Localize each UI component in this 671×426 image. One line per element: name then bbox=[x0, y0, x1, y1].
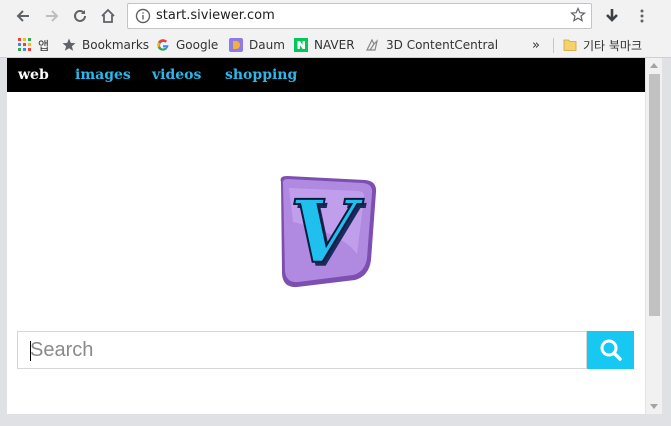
other-bookmarks-label: 기타 북마크 bbox=[583, 38, 643, 53]
search-icon bbox=[600, 339, 622, 361]
text-caret bbox=[30, 341, 31, 361]
google-icon bbox=[157, 39, 169, 51]
bookmarks-divider bbox=[553, 38, 554, 53]
3d-contentcentral-icon bbox=[366, 38, 379, 51]
apps-grid-icon bbox=[18, 38, 31, 51]
nav-tab-web[interactable]: web bbox=[18, 67, 49, 83]
back-button[interactable] bbox=[11, 4, 35, 28]
bookmark-star-icon[interactable] bbox=[570, 7, 586, 27]
download-icon bbox=[606, 9, 618, 22]
bookmark-label: 3D ContentCentral bbox=[386, 38, 499, 52]
bookmarks-bar: 앱 Bookmarks Google Daum NAVER 3D Content… bbox=[0, 32, 671, 58]
bookmark-label: Google bbox=[176, 38, 219, 52]
bookmark-naver[interactable]: NAVER bbox=[294, 36, 355, 54]
bookmark-label: 앱 bbox=[38, 38, 50, 53]
page-scrollbar[interactable] bbox=[645, 58, 662, 414]
nav-tab-shopping[interactable]: shopping bbox=[225, 67, 297, 83]
site-info-icon[interactable] bbox=[135, 8, 151, 28]
bookmark-google[interactable]: Google bbox=[156, 36, 218, 54]
bookmark-label: NAVER bbox=[314, 38, 355, 52]
forward-button[interactable] bbox=[40, 4, 64, 28]
other-bookmarks-folder[interactable]: 기타 북마크 bbox=[563, 36, 642, 54]
back-arrow-icon bbox=[16, 10, 29, 22]
address-bar[interactable]: start.siviewer.com bbox=[127, 3, 592, 29]
nav-tab-images[interactable]: images bbox=[75, 67, 131, 83]
home-icon bbox=[101, 8, 115, 23]
bookmarks-overflow-button[interactable]: » bbox=[532, 36, 540, 54]
page-viewport: web images videos shopping V V bbox=[7, 58, 662, 414]
kebab-menu-icon bbox=[640, 9, 644, 23]
browser-toolbar: start.siviewer.com bbox=[0, 0, 671, 32]
bookmark-label: Bookmarks bbox=[82, 38, 150, 52]
url-text[interactable]: start.siviewer.com bbox=[156, 8, 275, 23]
nav-tab-videos[interactable]: videos bbox=[152, 67, 201, 83]
search-button[interactable] bbox=[587, 331, 634, 369]
naver-icon bbox=[294, 38, 308, 52]
menu-button[interactable] bbox=[630, 4, 654, 28]
bookmark-apps[interactable]: 앱 bbox=[18, 36, 49, 54]
forward-arrow-icon bbox=[46, 10, 59, 22]
download-button[interactable] bbox=[600, 4, 624, 28]
search-input[interactable] bbox=[18, 332, 586, 368]
site-nav-bar: web images videos shopping bbox=[7, 58, 645, 92]
bookmark-label: Daum bbox=[249, 38, 285, 52]
bookmark-3d-contentcentral[interactable]: 3D ContentCentral bbox=[366, 36, 498, 54]
scrollbar-thumb[interactable] bbox=[649, 74, 660, 316]
reload-icon bbox=[74, 9, 86, 22]
daum-icon bbox=[229, 38, 243, 52]
siviewer-logo: V V bbox=[280, 176, 377, 288]
reload-button[interactable] bbox=[68, 4, 92, 28]
window-frame-bottom bbox=[0, 414, 671, 426]
folder-icon bbox=[563, 39, 577, 51]
search-box bbox=[17, 331, 587, 369]
bookmark-daum[interactable]: Daum bbox=[229, 36, 285, 54]
logo-letter: V bbox=[290, 182, 365, 283]
bookmark-bookmarks[interactable]: Bookmarks bbox=[62, 36, 149, 54]
home-button[interactable] bbox=[96, 4, 120, 28]
scroll-up-arrow-icon[interactable] bbox=[650, 63, 658, 68]
scroll-down-arrow-icon[interactable] bbox=[650, 404, 658, 409]
star-icon bbox=[62, 38, 76, 51]
